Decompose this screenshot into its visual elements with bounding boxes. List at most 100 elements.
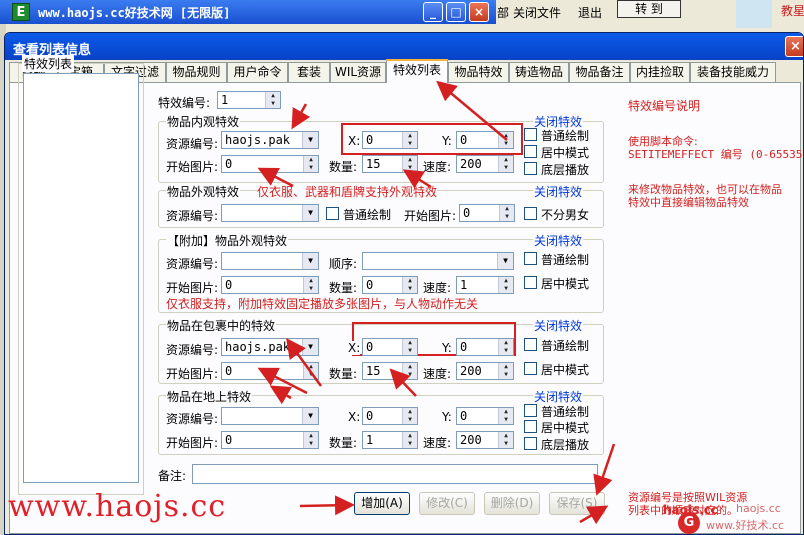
chevron-down-icon[interactable]: ▼ (302, 132, 318, 148)
spin-up-icon[interactable]: ▲ (402, 339, 417, 347)
edit-button[interactable]: 修改(C) (419, 492, 475, 515)
spin-up-icon[interactable]: ▲ (498, 156, 513, 164)
dialog-close-button[interactable]: × (785, 36, 803, 57)
spin-up-icon[interactable]: ▲ (402, 156, 417, 164)
spin-down-icon[interactable]: ▼ (402, 440, 417, 448)
spin-down-icon[interactable]: ▼ (498, 164, 513, 172)
spin-up-icon[interactable]: ▲ (402, 132, 417, 140)
effects-listbox[interactable] (23, 73, 139, 483)
ground-res-combo[interactable]: ▼ (221, 407, 319, 425)
spin-up-icon[interactable]: ▲ (498, 432, 513, 440)
spin-down-icon[interactable]: ▼ (498, 140, 513, 148)
inner-speed-stepper[interactable]: 200 ▲ ▼ (456, 155, 514, 173)
goto-button[interactable]: 转 到 (617, 0, 681, 18)
bag-y-stepper[interactable]: 0 ▲ ▼ (456, 338, 514, 356)
spin-up-icon[interactable]: ▲ (498, 132, 513, 140)
bg-close-button[interactable]: × (469, 2, 489, 22)
outer-res-combo[interactable]: ▼ (221, 204, 319, 222)
ground-start-stepper[interactable]: 0 ▲ ▼ (221, 431, 319, 449)
outer-gender-checkbox[interactable] (524, 207, 537, 220)
inner-count-stepper[interactable]: 15 ▲ ▼ (362, 155, 418, 173)
spin-down-icon[interactable]: ▼ (303, 164, 318, 172)
spin-down-icon[interactable]: ▼ (402, 140, 417, 148)
ground-bottom-checkbox[interactable] (524, 437, 537, 450)
bag-normal-checkbox[interactable] (524, 338, 537, 351)
spin-down-icon[interactable]: ▼ (498, 347, 513, 355)
extra-normal-checkbox[interactable] (524, 252, 537, 265)
extra-close-effect-link[interactable]: 关闭特效 (533, 232, 584, 249)
spin-down-icon[interactable]: ▼ (499, 213, 514, 221)
extra-res-combo[interactable]: ▼ (221, 252, 319, 270)
bag-center-checkbox[interactable] (524, 362, 537, 375)
spin-down-icon[interactable]: ▼ (498, 416, 513, 424)
ground-center-checkbox[interactable] (524, 420, 537, 433)
spin-up-icon[interactable]: ▲ (303, 277, 318, 285)
bag-close-effect-link[interactable]: 关闭特效 (533, 317, 584, 334)
inner-start-stepper[interactable]: 0 ▲ ▼ (221, 155, 319, 173)
ground-y-stepper[interactable]: 0 ▲ ▼ (456, 407, 514, 425)
outer-start-stepper[interactable]: 0 ▲ ▼ (459, 204, 515, 222)
spin-down-icon[interactable]: ▼ (402, 416, 417, 424)
spin-up-icon[interactable]: ▲ (498, 363, 513, 371)
spin-down-icon[interactable]: ▼ (498, 371, 513, 379)
minimize-button[interactable]: _ (423, 2, 443, 22)
bg-menu-item-close-file[interactable]: 关闭文件 (513, 4, 561, 21)
inner-normal-checkbox[interactable] (524, 128, 537, 141)
effect-no-stepper[interactable]: 1 ▲ ▼ (217, 91, 281, 109)
tab-wil-resources[interactable]: WIL资源 (330, 62, 386, 82)
spin-down-icon[interactable]: ▼ (265, 100, 280, 108)
spin-down-icon[interactable]: ▼ (402, 371, 417, 379)
spin-up-icon[interactable]: ▲ (303, 156, 318, 164)
spin-up-icon[interactable]: ▲ (402, 432, 417, 440)
spin-down-icon[interactable]: ▼ (498, 440, 513, 448)
spin-up-icon[interactable]: ▲ (499, 205, 514, 213)
remark-input[interactable] (192, 464, 598, 484)
extra-speed-stepper[interactable]: 1 ▲ ▼ (456, 276, 514, 294)
extra-center-checkbox[interactable] (524, 276, 537, 289)
ground-normal-checkbox[interactable] (524, 404, 537, 417)
ground-x-stepper[interactable]: 0 ▲ ▼ (362, 407, 418, 425)
ground-count-stepper[interactable]: 1 ▲ ▼ (362, 431, 418, 449)
tab-skill-power[interactable]: 装备技能威力 (690, 62, 776, 82)
inner-res-combo[interactable]: haojs.pak ▼ (221, 131, 319, 149)
tab-sets[interactable]: 套装 (288, 62, 330, 82)
inner-bottom-checkbox[interactable] (524, 162, 537, 175)
inner-center-checkbox[interactable] (524, 145, 537, 158)
chevron-down-icon[interactable]: ▼ (302, 253, 318, 269)
bag-res-combo[interactable]: haojs.pak ▼ (221, 338, 319, 356)
extra-count-stepper[interactable]: 0 ▲ ▼ (362, 276, 418, 294)
spin-down-icon[interactable]: ▼ (303, 440, 318, 448)
spin-up-icon[interactable]: ▲ (498, 408, 513, 416)
spin-down-icon[interactable]: ▼ (303, 371, 318, 379)
chevron-down-icon[interactable]: ▼ (302, 205, 318, 221)
bag-count-stepper[interactable]: 15 ▲ ▼ (362, 362, 418, 380)
spin-up-icon[interactable]: ▲ (402, 363, 417, 371)
tab-effects-list[interactable]: 特效列表 (386, 59, 448, 83)
bg-menu-item-bu[interactable]: 部 (497, 4, 509, 21)
spin-up-icon[interactable]: ▲ (303, 432, 318, 440)
spin-up-icon[interactable]: ▲ (498, 277, 513, 285)
tab-item-effects[interactable]: 物品特效 (448, 62, 509, 82)
tab-item-notes[interactable]: 物品备注 (569, 62, 630, 82)
spin-down-icon[interactable]: ▼ (402, 285, 417, 293)
bag-start-stepper[interactable]: 0 ▲ ▼ (221, 362, 319, 380)
spin-up-icon[interactable]: ▲ (265, 92, 280, 100)
bag-speed-stepper[interactable]: 200 ▲ ▼ (456, 362, 514, 380)
add-button[interactable]: 增加(A) (354, 492, 410, 515)
spin-down-icon[interactable]: ▼ (402, 164, 417, 172)
spin-down-icon[interactable]: ▼ (402, 347, 417, 355)
inner-x-stepper[interactable]: 0 ▲ ▼ (362, 131, 418, 149)
spin-up-icon[interactable]: ▲ (498, 339, 513, 347)
spin-up-icon[interactable]: ▲ (303, 363, 318, 371)
inner-y-stepper[interactable]: 0 ▲ ▼ (456, 131, 514, 149)
save-button[interactable]: 保存(S) (549, 492, 605, 515)
tab-auto-pickup[interactable]: 内挂捡取 (630, 62, 690, 82)
spin-down-icon[interactable]: ▼ (303, 285, 318, 293)
bag-x-stepper[interactable]: 0 ▲ ▼ (362, 338, 418, 356)
chevron-down-icon[interactable]: ▼ (497, 253, 513, 269)
chevron-down-icon[interactable]: ▼ (302, 339, 318, 355)
spin-down-icon[interactable]: ▼ (498, 285, 513, 293)
chevron-down-icon[interactable]: ▼ (302, 408, 318, 424)
maximize-button[interactable]: □ (446, 2, 466, 22)
tab-user-commands[interactable]: 用户命令 (227, 62, 288, 82)
